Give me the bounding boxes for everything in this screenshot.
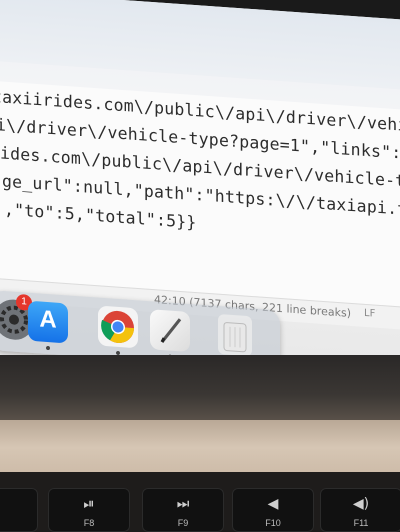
key-f8[interactable]: ⏯ F8: [48, 488, 130, 532]
code-line[interactable]: ,"to":5,"total":5}}: [4, 200, 197, 232]
fast-forward-icon: ⏭: [176, 496, 190, 512]
window-top-area: [0, 0, 400, 93]
line-ending-status[interactable]: LF: [364, 308, 375, 320]
chrome-icon[interactable]: [98, 305, 138, 349]
running-indicator: [46, 345, 50, 351]
keyboard-key[interactable]: [0, 488, 38, 532]
key-label: F9: [177, 518, 189, 528]
app-store-icon[interactable]: A: [28, 300, 68, 344]
play-pause-icon: ⏯: [83, 496, 95, 512]
photo-scene: taxiirides.com\/public\/api\/driver\/veh…: [0, 0, 400, 532]
key-f10[interactable]: ◀ F10: [232, 488, 314, 532]
key-label: F11: [353, 518, 369, 528]
mute-icon: ◀: [267, 496, 279, 512]
key-f11[interactable]: ◀) F11: [320, 488, 400, 532]
key-f9[interactable]: ⏭ F9: [142, 488, 224, 532]
key-label: F8: [83, 518, 95, 528]
laptop-hinge: [0, 420, 400, 475]
trash-icon[interactable]: [218, 313, 252, 357]
notes-icon[interactable]: [150, 309, 190, 352]
code-editor[interactable]: taxiirides.com\/public\/api\/driver\/veh…: [0, 80, 400, 313]
volume-down-icon: ◀): [352, 496, 370, 512]
key-label: F10: [265, 518, 281, 528]
